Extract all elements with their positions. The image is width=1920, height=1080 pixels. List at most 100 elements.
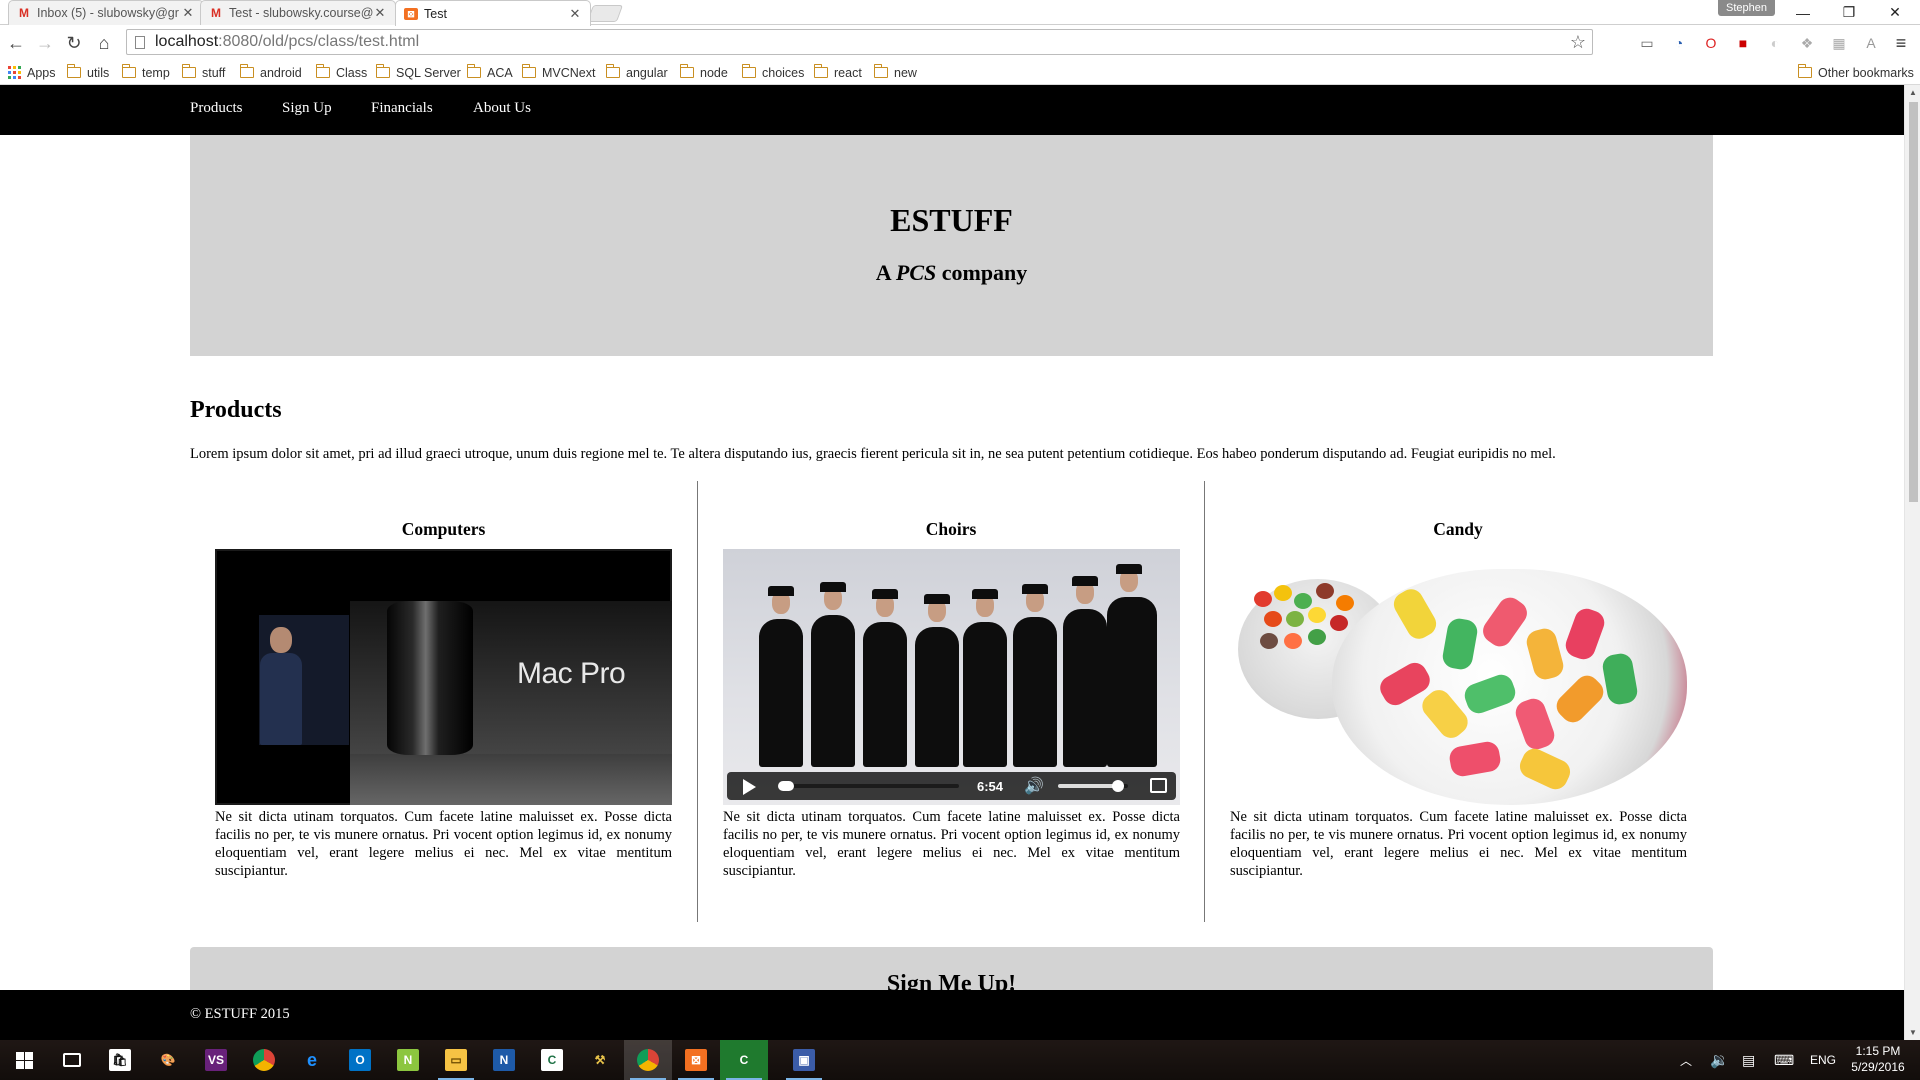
minimize-icon[interactable]: —	[1780, 0, 1826, 25]
column-title: Computers	[401, 519, 486, 539]
bookmark-label: react	[834, 65, 862, 80]
video-progress-bar[interactable]	[779, 784, 959, 788]
tools-icon[interactable]: ⚒	[576, 1040, 624, 1080]
nav-products[interactable]: Products	[190, 100, 243, 117]
xampp-icon: ⊠	[404, 7, 418, 20]
bookmark-node[interactable]: node	[679, 64, 728, 81]
play-icon[interactable]	[743, 779, 756, 795]
clock[interactable]: 1:15 PM 5/29/2016	[1842, 1043, 1914, 1075]
show-hidden-icons[interactable]: ︿	[1680, 1040, 1692, 1080]
fullscreen-icon[interactable]	[1150, 778, 1167, 793]
excel-icon[interactable]: C	[528, 1040, 576, 1080]
visual-studio-icon[interactable]: VS	[192, 1040, 240, 1080]
bookmark-label: new	[894, 65, 917, 80]
extension-blue-icon[interactable]: ◔	[1670, 34, 1688, 52]
url-host: localhost	[155, 33, 219, 50]
chrome-icon[interactable]	[240, 1040, 288, 1080]
bookmark-android[interactable]: android	[239, 64, 302, 81]
edge-icon[interactable]: e	[288, 1040, 336, 1080]
store-icon[interactable]: 🛍	[96, 1040, 144, 1080]
angular-icon[interactable]: A	[1862, 34, 1880, 52]
bookmark-mvcnext[interactable]: MVCNext	[521, 64, 595, 81]
bookmark-sql-server[interactable]: SQL Server	[375, 64, 461, 81]
bookmark-label: SQL Server	[396, 65, 461, 80]
task-view-icon[interactable]	[48, 1040, 96, 1080]
folder-icon	[375, 64, 390, 78]
file-explorer-icon[interactable]: ▭	[432, 1040, 480, 1080]
screen-recorder-icon[interactable]: ▣	[780, 1040, 828, 1080]
profile-button[interactable]: Stephen	[1718, 0, 1775, 16]
choir-video[interactable]: 6:54 🔊	[723, 549, 1180, 805]
bookmark-stuff[interactable]: stuff	[181, 64, 225, 81]
bookmark-star-icon[interactable]: ☆	[1570, 32, 1586, 53]
bookmark-apps[interactable]: Apps	[8, 64, 56, 81]
scrollbar-thumb[interactable]	[1909, 102, 1918, 502]
extension-grid-icon[interactable]: ▦	[1830, 34, 1848, 52]
column-text: Ne sit dicta utinam torquatos. Cum facet…	[723, 809, 1180, 880]
menu-icon[interactable]: ≡	[1892, 33, 1910, 53]
folder-icon	[679, 64, 694, 78]
scroll-up-icon[interactable]: ▲	[1909, 88, 1917, 97]
bookmark-react[interactable]: react	[813, 64, 862, 81]
new-tab-button[interactable]	[586, 5, 624, 22]
products-intro: Lorem ipsum dolor sit amet, pri ad illud…	[190, 446, 1556, 462]
tab-inbox[interactable]: M Inbox (5) - slubowsky@gr ✕	[8, 0, 204, 25]
action-center-icon[interactable]: ▤	[1742, 1040, 1755, 1080]
volume-icon[interactable]: 🔊	[1024, 776, 1044, 796]
url-path: :8080/old/pcs/class/test.html	[218, 33, 420, 50]
hero-subtitle-suffix: company	[936, 260, 1028, 285]
forward-icon[interactable]: →	[33, 31, 57, 55]
bookmark-utils[interactable]: utils	[66, 64, 109, 81]
extension-red-icon[interactable]: ■	[1734, 34, 1752, 52]
bookmark-label: angular	[626, 65, 668, 80]
close-icon[interactable]: ✕	[373, 5, 387, 21]
video-scrubber[interactable]	[778, 781, 795, 791]
chrome-running-icon[interactable]	[624, 1040, 672, 1080]
nav-financials[interactable]: Financials	[371, 100, 433, 117]
bookmark-choices[interactable]: choices	[741, 64, 804, 81]
start-icon[interactable]	[0, 1040, 48, 1080]
bookmark-new[interactable]: new	[873, 64, 917, 81]
volume-tray-icon[interactable]: 🔉	[1710, 1040, 1729, 1080]
nav-sign-up[interactable]: Sign Up	[282, 100, 332, 117]
bookmark-label: Apps	[27, 65, 56, 80]
window-close-icon[interactable]: ✕	[1872, 0, 1918, 25]
paint-icon[interactable]: 🎨	[144, 1040, 192, 1080]
extension-gray-icon[interactable]: ◐	[1766, 34, 1784, 52]
restore-icon[interactable]: ❐	[1826, 0, 1872, 25]
address-bar[interactable]: localhost:8080/old/pcs/class/test.html ☆	[126, 29, 1593, 55]
apps-grid-icon	[8, 66, 21, 79]
folder-icon	[466, 64, 481, 78]
bookmark-aca[interactable]: ACA	[466, 64, 513, 81]
tab-test-gmail[interactable]: M Test - slubowsky.course@ ✕	[200, 0, 396, 25]
home-icon[interactable]: ⌂	[92, 31, 116, 55]
hero-subtitle-prefix: A	[875, 260, 896, 285]
scroll-down-icon[interactable]: ▼	[1909, 1028, 1917, 1037]
dropbox-icon[interactable]: ❖	[1798, 34, 1816, 52]
opera-icon[interactable]: O	[1702, 34, 1720, 52]
tab-test[interactable]: ⊠ Test ✕	[395, 0, 591, 26]
camtasia-icon[interactable]: C	[720, 1040, 768, 1080]
close-icon[interactable]: ✕	[568, 6, 582, 22]
volume-knob[interactable]	[1111, 780, 1124, 792]
hero-subtitle: A PCS company	[190, 260, 1713, 286]
bookmark-temp[interactable]: temp	[121, 64, 170, 81]
page-scrollbar[interactable]: ▲ ▼	[1904, 85, 1920, 1040]
notepad-plus-icon[interactable]: N	[384, 1040, 432, 1080]
cast-icon[interactable]: ▭	[1638, 34, 1656, 52]
gmail-icon: M	[19, 6, 29, 20]
language-indicator[interactable]: ENG	[1810, 1040, 1836, 1080]
windows-taskbar: 🛍 🎨 VS e O N ▭ N C ⚒ ⊠ C ▣ ︿ 🔉 ▤ ⌨ ENG 1…	[0, 1040, 1920, 1080]
bookmark-class[interactable]: Class	[315, 64, 367, 81]
bookmark-other[interactable]: Other bookmarks	[1797, 64, 1914, 81]
reload-icon[interactable]: ↻	[62, 31, 86, 55]
xampp-icon[interactable]: ⊠	[672, 1040, 720, 1080]
outlook-icon[interactable]: O	[336, 1040, 384, 1080]
close-icon[interactable]: ✕	[181, 5, 195, 21]
onenote-icon[interactable]: N	[480, 1040, 528, 1080]
keyboard-icon[interactable]: ⌨	[1774, 1040, 1794, 1080]
folder-icon	[605, 64, 620, 78]
bookmark-angular[interactable]: angular	[605, 64, 668, 81]
back-icon[interactable]: ←	[4, 31, 28, 55]
nav-about-us[interactable]: About Us	[473, 100, 531, 117]
